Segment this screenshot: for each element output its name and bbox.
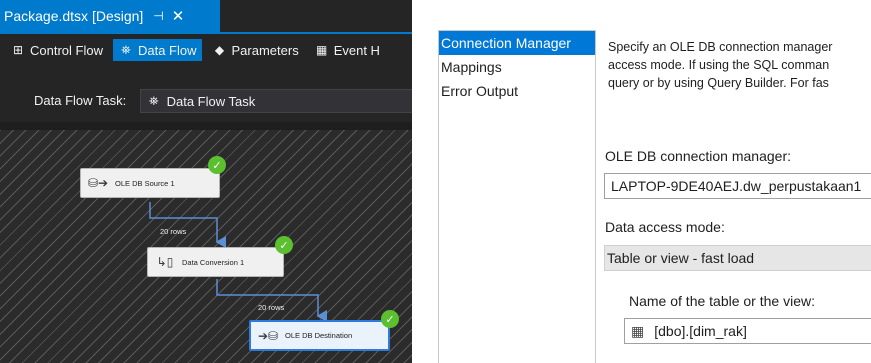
node-data-conversion-label: Data Conversion 1 [182, 257, 245, 267]
parameters-icon: ◆ [214, 43, 225, 57]
data-access-mode-value: Table or view - fast load [607, 250, 755, 266]
data-flow-task-select[interactable]: ⛯ Data Flow Task [140, 89, 412, 113]
tab-event-handlers-label: Event H [333, 42, 380, 58]
ole-db-source-icon: ⛁➔ [87, 176, 109, 190]
data-flow-icon: ⛯ [121, 42, 131, 57]
tab-control-flow[interactable]: ⊞ Control Flow [5, 39, 108, 61]
event-handlers-icon: ▦ [316, 43, 328, 57]
editor-description: Specify an OLE DB connection manager acc… [608, 38, 871, 92]
description-line: Specify an OLE DB connection manager [608, 40, 833, 54]
table-icon: ▦ [631, 322, 645, 339]
success-check-icon: ✓ [208, 156, 226, 174]
data-flow-task-icon: ⛯ [149, 93, 159, 108]
success-check-icon: ✓ [381, 310, 399, 328]
close-icon[interactable]: ✕ [172, 7, 185, 25]
tab-parameters[interactable]: ◆ Parameters [207, 39, 304, 61]
data-flow-canvas[interactable]: ⛁➔ OLE DB Source 1 ✓ ↳▯ Data Conversion … [0, 130, 412, 363]
node-ole-db-destination[interactable]: ➔⛁ OLE DB Destination [249, 320, 390, 351]
node-ole-db-source[interactable]: ⛁➔ OLE DB Source 1 [80, 168, 220, 198]
tab-strip-underline [0, 32, 412, 34]
nav-mappings[interactable]: Mappings [439, 55, 595, 79]
tab-control-flow-label: Control Flow [30, 42, 103, 58]
data-flow-task-value: Data Flow Task [166, 93, 256, 109]
control-flow-icon: ⊞ [12, 43, 24, 57]
tab-parameters-label: Parameters [231, 42, 299, 58]
nav-error-output[interactable]: Error Output [439, 79, 595, 103]
connection-manager-select[interactable]: LAPTOP-9DE40AEJ.dw_perpustakaan1 [604, 173, 871, 199]
tab-event-handlers[interactable]: ▦ Event H [309, 39, 385, 61]
success-check-icon: ✓ [275, 236, 293, 254]
designer-tabs: ⊞ Control Flow ⛯ Data Flow ◆ Parameters … [0, 36, 412, 64]
node-ole-db-source-label: OLE DB Source 1 [115, 178, 175, 188]
table-name-select[interactable]: ▦ [dbo].[dim_rak] [624, 318, 871, 344]
table-name-label: Name of the table or the view: [629, 293, 815, 309]
description-line: access mode. If using the SQL comman [608, 58, 830, 72]
data-conversion-icon: ↳▯ [156, 255, 174, 269]
document-tab[interactable]: Package.dtsx [Design] ⊣ ✕ [0, 0, 220, 32]
ole-db-destination-icon: ➔⛁ [257, 328, 279, 343]
data-access-mode-label: Data access mode: [605, 219, 725, 235]
path-row-count: 20 rows [160, 227, 187, 236]
connection-manager-value: LAPTOP-9DE40AEJ.dw_perpustakaan1 [611, 178, 862, 194]
data-access-mode-select[interactable]: Table or view - fast load [604, 245, 871, 271]
path-row-count: 20 rows [258, 303, 285, 312]
data-flow-task-label: Data Flow Task: [34, 93, 127, 108]
nav-connection-manager[interactable]: Connection Manager [439, 31, 595, 55]
document-tab-title: Package.dtsx [Design] [4, 8, 144, 24]
connection-manager-label: OLE DB connection manager: [605, 148, 791, 164]
editor-nav: Connection Manager Mappings Error Output [438, 30, 596, 363]
node-data-conversion[interactable]: ↳▯ Data Conversion 1 [147, 247, 284, 277]
designer-separator [0, 122, 412, 130]
ssis-designer: Package.dtsx [Design] ⊣ ✕ ⊞ Control Flow… [0, 0, 412, 363]
path-source-to-conversion[interactable] [149, 202, 226, 248]
pin-icon[interactable]: ⊣ [153, 9, 163, 23]
tab-data-flow-label: Data Flow [137, 42, 197, 58]
ole-db-destination-editor: Connection Manager Mappings Error Output… [412, 0, 871, 363]
table-name-value: [dbo].[dim_rak] [654, 323, 747, 339]
data-flow-task-bar: Data Flow Task: ⛯ Data Flow Task [0, 86, 412, 116]
tab-data-flow[interactable]: ⛯ Data Flow [112, 39, 202, 61]
description-line: query or by using Query Builder. For fas [608, 76, 829, 90]
node-ole-db-destination-label: OLE DB Destination [285, 331, 353, 340]
